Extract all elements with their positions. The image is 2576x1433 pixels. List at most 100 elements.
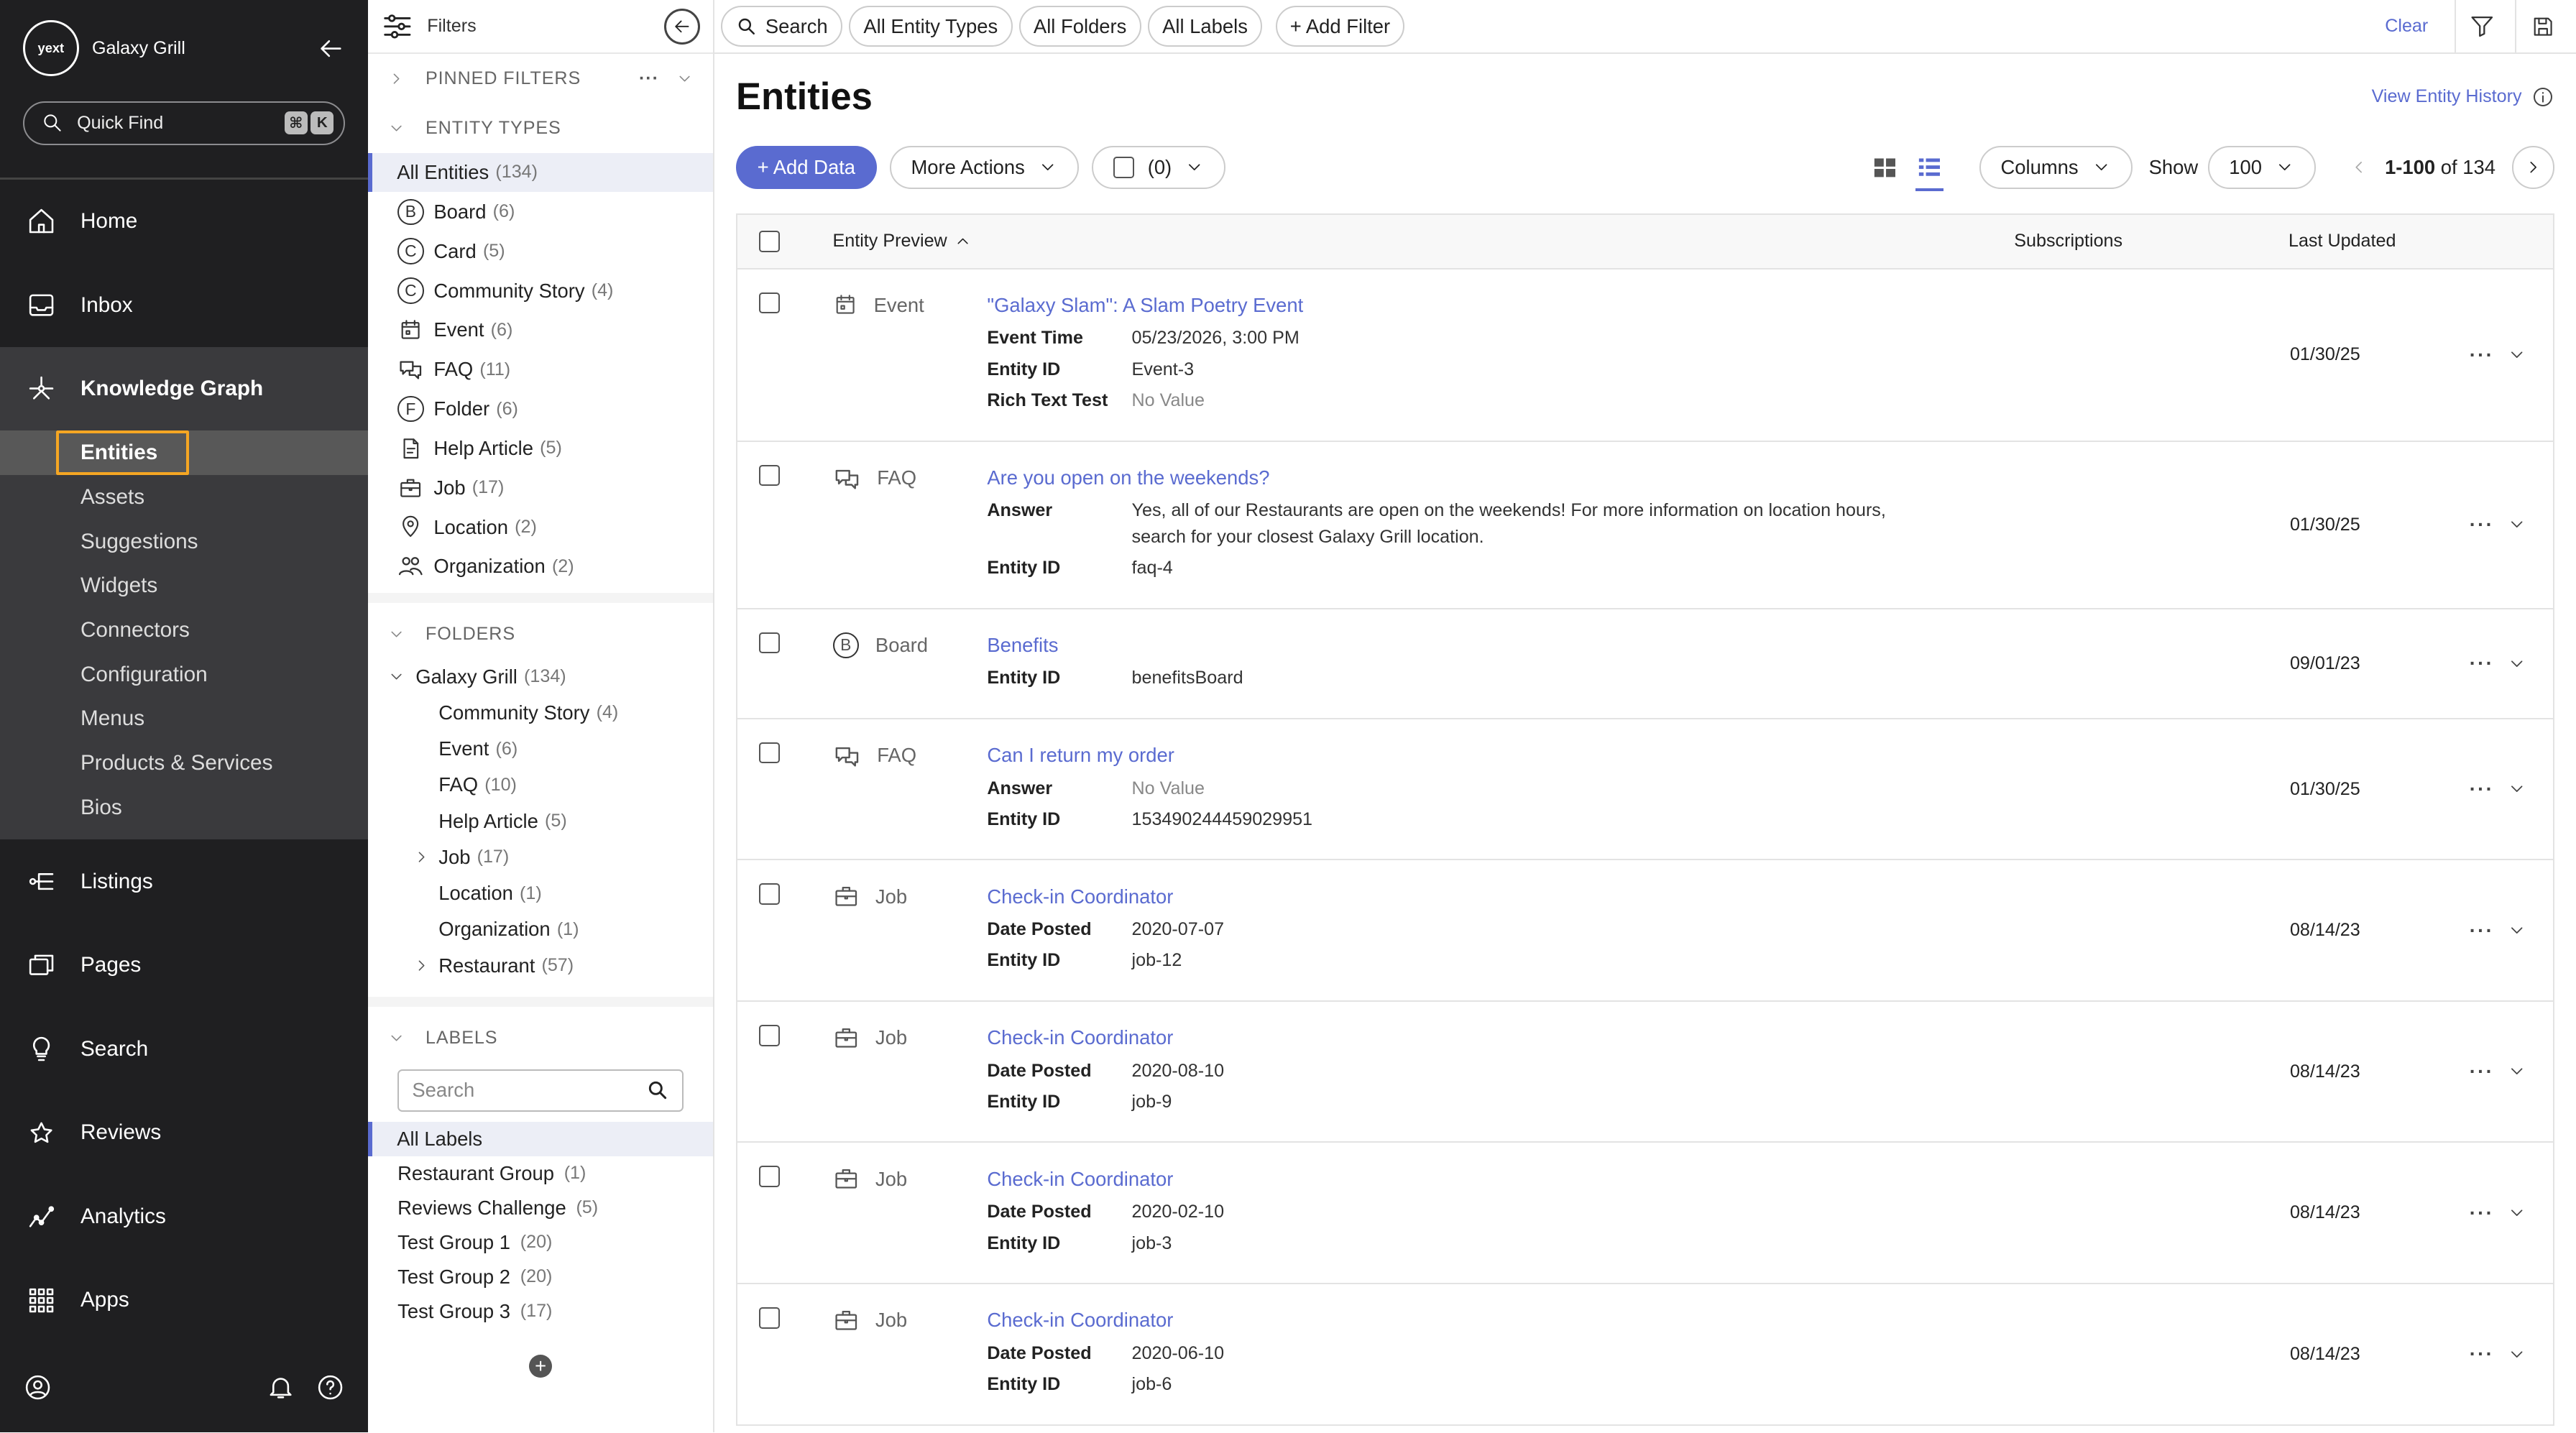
nav-item-knowledge-graph[interactable]: Knowledge Graph	[0, 346, 368, 431]
more-icon[interactable]: ···	[639, 68, 659, 89]
subnav-item-configuration[interactable]: Configuration	[0, 653, 368, 697]
collapse-sidebar-icon[interactable]	[316, 34, 345, 63]
label-reviews-challenge[interactable]: Reviews Challenge (5)	[368, 1191, 713, 1225]
folder-restaurant[interactable]: Restaurant (57)	[368, 948, 713, 984]
row-more-icon[interactable]: ···	[2470, 513, 2494, 536]
chevron-down-icon[interactable]	[2507, 1061, 2526, 1081]
row-checkbox[interactable]	[758, 292, 781, 314]
row-checkbox[interactable]	[758, 1166, 781, 1188]
add-label-button[interactable]: +	[529, 1355, 553, 1378]
view-entity-history-link[interactable]: View Entity History	[2372, 86, 2555, 109]
row-more-icon[interactable]: ···	[2470, 344, 2494, 367]
table-row[interactable]: FAQ Are you open on the weekends? Answer…	[737, 442, 2554, 609]
folders-header[interactable]: FOLDERS	[368, 609, 713, 659]
search-chip[interactable]: Search	[721, 6, 842, 47]
chevron-down-icon[interactable]	[2507, 1203, 2526, 1222]
row-checkbox[interactable]	[758, 1307, 781, 1329]
nav-item-inbox[interactable]: Inbox	[0, 263, 368, 347]
folder-community-story[interactable]: Community Story (4)	[368, 695, 713, 731]
row-checkbox[interactable]	[758, 1024, 781, 1046]
help-icon[interactable]	[316, 1373, 345, 1402]
pinned-filters-header[interactable]: PINNED FILTERS ···	[368, 54, 713, 103]
folder-help-article[interactable]: Help Article (5)	[368, 803, 713, 839]
chevron-down-icon[interactable]	[2507, 515, 2526, 534]
next-page-button[interactable]	[2511, 146, 2555, 189]
add-filter-button[interactable]: + Add Filter	[1275, 6, 1405, 47]
folders-chip[interactable]: All Folders	[1018, 6, 1141, 47]
nav-item-search[interactable]: Search	[0, 1008, 368, 1092]
columns-button[interactable]: Columns	[1979, 146, 2133, 189]
labels-chip[interactable]: All Labels	[1147, 6, 1263, 47]
bulk-select-button[interactable]: (0)	[1092, 146, 1226, 189]
folder-event[interactable]: Event (6)	[368, 731, 713, 767]
entity-type-organization[interactable]: Organization (2)	[368, 547, 713, 586]
nav-item-listings[interactable]: Listings	[0, 839, 368, 923]
label-restaurant-group[interactable]: Restaurant Group (1)	[368, 1156, 713, 1191]
nav-item-reviews[interactable]: Reviews	[0, 1091, 368, 1175]
list-view-button[interactable]	[1915, 154, 1944, 192]
chevron-down-icon[interactable]	[2507, 779, 2526, 798]
add-data-button[interactable]: + Add Data	[735, 146, 877, 189]
subnav-item-entities[interactable]: Entities	[0, 430, 368, 476]
row-more-icon[interactable]: ···	[2470, 919, 2494, 942]
nav-item-home[interactable]: Home	[0, 180, 368, 264]
label-test-group-2[interactable]: Test Group 2 (20)	[368, 1260, 713, 1294]
user-avatar-icon[interactable]	[23, 1373, 52, 1402]
quick-find-input[interactable]: Quick Find ⌘ K	[22, 101, 345, 145]
chevron-down-icon[interactable]	[2507, 654, 2526, 673]
entity-type-job[interactable]: Job (17)	[368, 468, 713, 507]
chevron-down-icon[interactable]	[2507, 921, 2526, 940]
entity-type-help-article[interactable]: Help Article (5)	[368, 428, 713, 468]
more-actions-button[interactable]: More Actions	[890, 146, 1079, 189]
row-checkbox[interactable]	[758, 632, 781, 654]
table-row[interactable]: Job Check-in Coordinator Date Posted 2020…	[737, 1002, 2554, 1143]
chevron-down-icon[interactable]	[387, 668, 405, 686]
row-more-icon[interactable]: ···	[2470, 1202, 2494, 1225]
yext-logo[interactable]: yext	[22, 20, 79, 77]
collapse-filters-button[interactable]	[663, 8, 700, 45]
row-more-icon[interactable]: ···	[2470, 652, 2494, 675]
table-row[interactable]: B Board Benefits Entity ID benefitsBoard 0…	[737, 609, 2554, 719]
label-all[interactable]: All Labels	[367, 1121, 714, 1156]
labels-header[interactable]: LABELS	[368, 1013, 713, 1063]
subnav-item-products-services[interactable]: Products & Services	[0, 741, 368, 785]
subnav-item-suggestions[interactable]: Suggestions	[0, 520, 368, 564]
bell-icon[interactable]	[266, 1373, 295, 1402]
subnav-item-menus[interactable]: Menus	[0, 697, 368, 742]
chevron-right-icon[interactable]	[413, 957, 431, 974]
folder-faq[interactable]: FAQ (10)	[368, 767, 713, 803]
chevron-right-icon[interactable]	[413, 848, 431, 866]
nav-item-apps[interactable]: Apps	[0, 1258, 368, 1342]
row-checkbox[interactable]	[758, 464, 781, 487]
nav-item-pages[interactable]: Pages	[0, 923, 368, 1008]
row-more-icon[interactable]: ···	[2470, 1060, 2494, 1083]
clear-filters-link[interactable]: Clear	[2365, 16, 2448, 37]
entity-types-header[interactable]: ENTITY TYPES	[368, 103, 713, 153]
subnav-item-assets[interactable]: Assets	[0, 475, 368, 520]
folder-location[interactable]: Location (1)	[368, 875, 713, 911]
col-entity-preview[interactable]: Entity Preview	[800, 231, 972, 252]
table-row[interactable]: Event "Galaxy Slam": A Slam Poetry Event…	[737, 269, 2554, 442]
row-more-icon[interactable]: ···	[2470, 778, 2494, 801]
entity-type-faq[interactable]: FAQ (11)	[368, 350, 713, 390]
select-all-checkbox[interactable]	[1113, 157, 1135, 178]
entity-type-location[interactable]: Location (2)	[368, 507, 713, 547]
save-filter-button[interactable]	[2515, 0, 2569, 54]
header-checkbox[interactable]	[758, 230, 781, 252]
grid-view-button[interactable]	[1871, 154, 1899, 182]
folder-job[interactable]: Job (17)	[368, 839, 713, 875]
entity-type-board[interactable]: B Board (6)	[368, 192, 713, 231]
row-checkbox[interactable]	[758, 742, 781, 764]
table-row[interactable]: FAQ Can I return my order Answer No Value…	[737, 719, 2554, 861]
subnav-item-bios[interactable]: Bios	[0, 785, 368, 830]
chevron-down-icon[interactable]	[2507, 345, 2526, 364]
labels-search-input[interactable]: Search	[397, 1069, 684, 1112]
chevron-down-icon[interactable]	[2507, 1345, 2526, 1364]
subnav-item-connectors[interactable]: Connectors	[0, 608, 368, 653]
chevron-left-icon[interactable]	[2349, 157, 2368, 177]
table-row[interactable]: Job Check-in Coordinator Date Posted 2020…	[737, 1284, 2554, 1426]
row-more-icon[interactable]: ···	[2470, 1342, 2494, 1365]
label-test-group-1[interactable]: Test Group 1 (20)	[368, 1225, 713, 1260]
filter-toggle-button[interactable]	[2454, 0, 2508, 54]
entity-type-folder[interactable]: F Folder (6)	[368, 390, 713, 429]
